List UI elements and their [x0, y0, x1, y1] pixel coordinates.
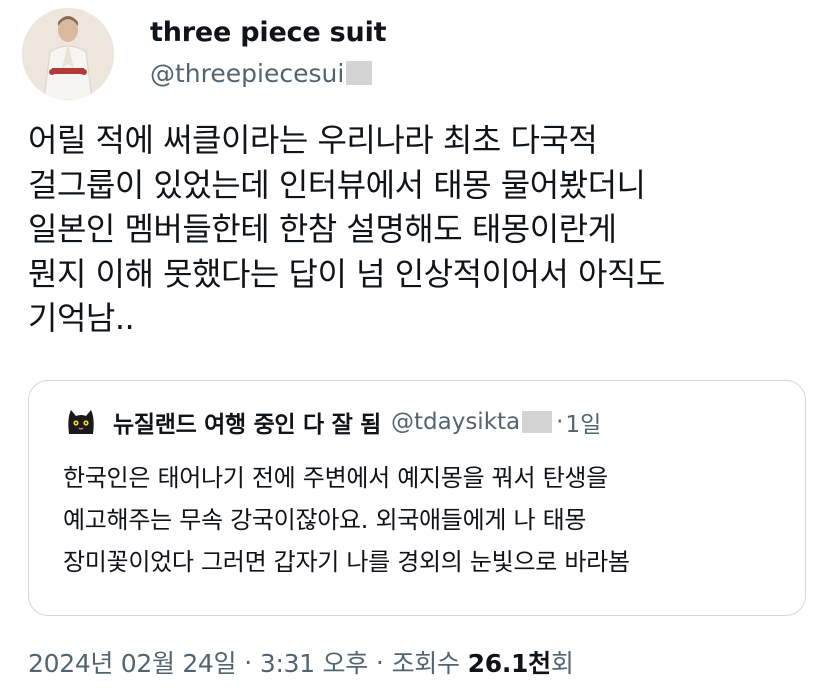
views-label: 조회수	[391, 649, 460, 678]
quoted-handle[interactable]: @tdaysikta	[391, 409, 520, 435]
tweet-meta: 2024년 02월 24일 · 3:31 오후 · 조회수 26.1천회	[28, 644, 574, 680]
quoted-avatar[interactable]	[63, 404, 99, 440]
separator-dot: ·	[556, 409, 564, 435]
tweet-text-line: 어릴 적에 써클이라는 우리나라 최초 다국적	[28, 121, 598, 159]
redaction-block	[522, 411, 553, 433]
tweet-text-line: 걸그룹이 있었는데 인터뷰에서 태몽 물어봤더니	[28, 165, 646, 204]
tweet-text-line: 뭔지 이해 못했다는 답이 넘 인상적이어서 아직도	[28, 254, 665, 293]
quoted-tweet-header: 뉴질랜드 여행 중인 다 잘 됨 @tdaysikta · 1일	[63, 403, 601, 441]
views-count[interactable]: 26.1천회	[468, 644, 574, 680]
tweet-date[interactable]: 2024년 02월 24일	[28, 644, 237, 680]
quoted-tweet-text: 한국인은 태어나기 전에 주변에서 예지몽을 꿔서 탄생을 예고해주는 무속 강…	[63, 457, 793, 583]
quoted-text-line: 한국인은 태어나기 전에 주변에서 예지몽을 꿔서 탄생을	[63, 464, 608, 492]
avatar[interactable]	[22, 8, 114, 100]
redaction-block	[346, 61, 373, 85]
author-display-name[interactable]: three piece suit	[150, 17, 387, 48]
tweet-time[interactable]: 3:31 오후	[260, 644, 368, 680]
separator-dot: ·	[244, 647, 252, 677]
quoted-display-name[interactable]: 뉴질랜드 여행 중인 다 잘 됨	[113, 405, 381, 439]
quoted-timestamp[interactable]: 1일	[565, 405, 601, 439]
tweet-text: 어릴 적에 써클이라는 우리나라 최초 다국적 걸그룹이 있었는데 인터뷰에서 …	[28, 118, 818, 341]
views-unit: 천	[528, 649, 551, 678]
separator-dot: ·	[375, 647, 384, 677]
quoted-text-line: 예고해주는 무속 강국이잖아요. 외국애들에게 나 태몽	[63, 506, 587, 534]
tweet-header: three piece suit @threepiecesui	[22, 8, 802, 100]
quoted-text-line: 장미꽃이었다 그러면 갑자기 나를 경외의 눈빛으로 바라봄	[63, 548, 630, 576]
tweet-text-line: 일본인 멤버들한테 한참 설명해도 태몽이란게	[28, 210, 617, 248]
quoted-tweet[interactable]: 뉴질랜드 여행 중인 다 잘 됨 @tdaysikta · 1일 한국인은 태어…	[28, 380, 806, 616]
author-handle[interactable]: @threepiecesui	[150, 59, 344, 88]
views-number: 26.1	[467, 649, 529, 678]
tweet-text-line: 기억남..	[28, 299, 135, 337]
views-suffix: 회	[550, 649, 574, 678]
author-handle-row: @threepiecesui	[150, 56, 373, 90]
